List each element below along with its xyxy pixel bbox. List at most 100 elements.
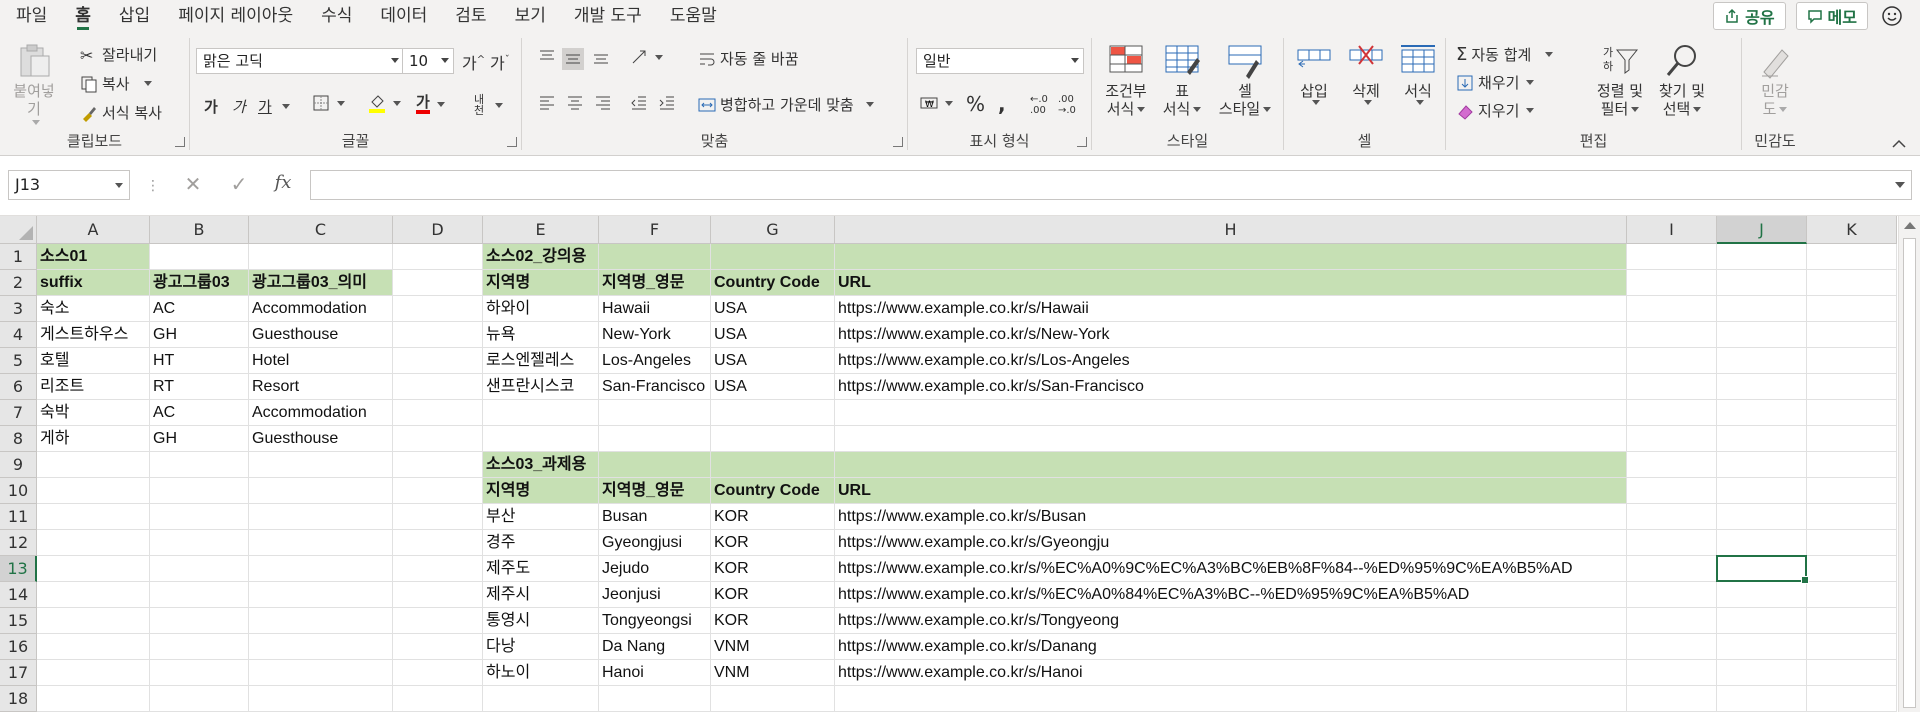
align-center-button[interactable] [566, 94, 584, 112]
data-cell[interactable]: 경주 [483, 530, 599, 556]
empty-cell[interactable] [1717, 608, 1807, 634]
data-cell[interactable]: USA [711, 374, 835, 400]
row-header-13[interactable]: 13 [0, 556, 37, 582]
conditional-format-button[interactable]: 조건부 서식 [1102, 42, 1150, 118]
data-cell[interactable]: RT [150, 374, 249, 400]
empty-cell[interactable] [37, 504, 150, 530]
empty-cell[interactable] [1807, 608, 1897, 634]
empty-cell[interactable] [1807, 374, 1897, 400]
empty-cell[interactable] [393, 530, 483, 556]
empty-cell[interactable] [1717, 452, 1807, 478]
empty-cell[interactable] [150, 608, 249, 634]
decrease-font-button[interactable]: 가ˇ [490, 50, 510, 74]
empty-cell[interactable] [1717, 686, 1807, 712]
empty-cell[interactable] [1717, 322, 1807, 348]
vertical-scrollbar[interactable] [1898, 216, 1920, 712]
empty-cell[interactable] [393, 374, 483, 400]
header-cell[interactable]: suffix [37, 270, 150, 296]
empty-cell[interactable] [393, 400, 483, 426]
header-cell[interactable]: 지역명_영문 [599, 270, 711, 296]
data-cell[interactable]: VNM [711, 660, 835, 686]
empty-cell[interactable] [393, 660, 483, 686]
tab-help[interactable]: 도움말 [656, 0, 731, 32]
data-cell[interactable]: 하와이 [483, 296, 599, 322]
empty-cell[interactable] [249, 530, 393, 556]
data-cell[interactable]: Los-Angeles [599, 348, 711, 374]
data-cell[interactable]: Jejudo [599, 556, 711, 582]
worksheet-grid[interactable]: A B C D E F G H I J K 1 2 3 4 5 6 7 8 9 10 11 12 13 14 15 16 17 18 소스… [0, 216, 1920, 712]
fill-button[interactable]: 채우기 [1456, 72, 1535, 93]
cut-button[interactable]: ✂ 잘라내기 [80, 44, 157, 65]
align-bottom-button[interactable] [592, 48, 610, 66]
data-cell[interactable]: https://www.example.co.kr/s/Tongyeong [835, 608, 1627, 634]
empty-cell[interactable] [249, 244, 393, 270]
empty-cell[interactable] [37, 530, 150, 556]
empty-cell[interactable] [1627, 556, 1717, 582]
data-cell[interactable]: https://www.example.co.kr/s/Danang [835, 634, 1627, 660]
delete-cells-button[interactable]: 삭제 [1344, 42, 1388, 105]
tab-developer[interactable]: 개발 도구 [560, 0, 656, 32]
data-cell[interactable]: Hotel [249, 348, 393, 374]
wrap-text-button[interactable]: 자동 줄 바꿈 [698, 48, 799, 69]
empty-cell[interactable] [249, 452, 393, 478]
data-cell[interactable]: 샌프란시스코 [483, 374, 599, 400]
data-cell[interactable]: https://www.example.co.kr/s/New-York [835, 322, 1627, 348]
row-header-10[interactable]: 10 [0, 478, 37, 504]
empty-cell[interactable] [1717, 270, 1807, 296]
accounting-format-button[interactable]: ₩ [920, 94, 953, 112]
font-name-select[interactable]: 맑은 고딕 [196, 48, 404, 74]
empty-cell[interactable] [393, 426, 483, 452]
empty-cell[interactable] [150, 452, 249, 478]
empty-cell[interactable] [483, 426, 599, 452]
tab-insert[interactable]: 삽입 [105, 0, 164, 32]
data-cell[interactable]: Resort [249, 374, 393, 400]
copy-button[interactable]: 복사 [80, 73, 152, 94]
empty-cell[interactable] [711, 400, 835, 426]
data-cell[interactable]: USA [711, 348, 835, 374]
font-color-button[interactable]: 가 [416, 94, 445, 114]
tab-formulas[interactable]: 수식 [307, 0, 366, 32]
empty-cell[interactable] [393, 634, 483, 660]
cancel-icon[interactable]: ✕ [180, 172, 206, 196]
increase-decimal-button[interactable]: ←.0.00 [1030, 94, 1048, 116]
empty-cell[interactable] [37, 478, 150, 504]
empty-cell[interactable] [37, 608, 150, 634]
font-size-select[interactable]: 10 [402, 48, 454, 74]
empty-cell[interactable] [1807, 504, 1897, 530]
data-cell[interactable]: Busan [599, 504, 711, 530]
empty-cell[interactable] [1627, 686, 1717, 712]
cell-styles-button[interactable]: 셀 스타일 [1212, 42, 1278, 118]
empty-cell[interactable] [835, 426, 1627, 452]
row-header-12[interactable]: 12 [0, 530, 37, 556]
empty-cell[interactable] [1807, 478, 1897, 504]
data-cell[interactable]: AC [150, 400, 249, 426]
data-cell[interactable]: https://www.example.co.kr/s/Hanoi [835, 660, 1627, 686]
empty-cell[interactable] [150, 478, 249, 504]
column-header-d[interactable]: D [393, 216, 483, 244]
share-button[interactable]: 공유 [1713, 2, 1786, 30]
tab-page-layout[interactable]: 페이지 레이아웃 [164, 0, 307, 32]
comments-button[interactable]: 메모 [1795, 2, 1868, 30]
empty-cell[interactable] [1627, 582, 1717, 608]
format-cells-button[interactable]: 서식 [1396, 42, 1440, 105]
header-cell[interactable]: Country Code [711, 478, 835, 504]
empty-cell[interactable] [393, 270, 483, 296]
data-cell[interactable]: 하노이 [483, 660, 599, 686]
data-cell[interactable]: https://www.example.co.kr/s/Los-Angeles [835, 348, 1627, 374]
data-cell[interactable]: San-Francisco [599, 374, 711, 400]
column-header-j[interactable]: J [1717, 216, 1807, 244]
data-cell[interactable]: https://www.example.co.kr/s/San-Francisc… [835, 374, 1627, 400]
data-cell[interactable]: 통영시 [483, 608, 599, 634]
data-cell[interactable]: Guesthouse [249, 322, 393, 348]
data-cell[interactable]: HT [150, 348, 249, 374]
tab-home[interactable]: 홈 [61, 0, 105, 32]
empty-cell[interactable] [1627, 322, 1717, 348]
empty-cell[interactable] [599, 426, 711, 452]
italic-button[interactable]: 가 [232, 96, 246, 117]
data-cell[interactable]: KOR [711, 608, 835, 634]
increase-indent-button[interactable] [658, 94, 676, 112]
format-painter-button[interactable]: 서식 복사 [80, 102, 162, 123]
merge-center-button[interactable]: 병합하고 가운데 맞춤 [698, 94, 874, 115]
font-launcher-icon[interactable] [507, 137, 517, 147]
row-header-7[interactable]: 7 [0, 400, 37, 426]
